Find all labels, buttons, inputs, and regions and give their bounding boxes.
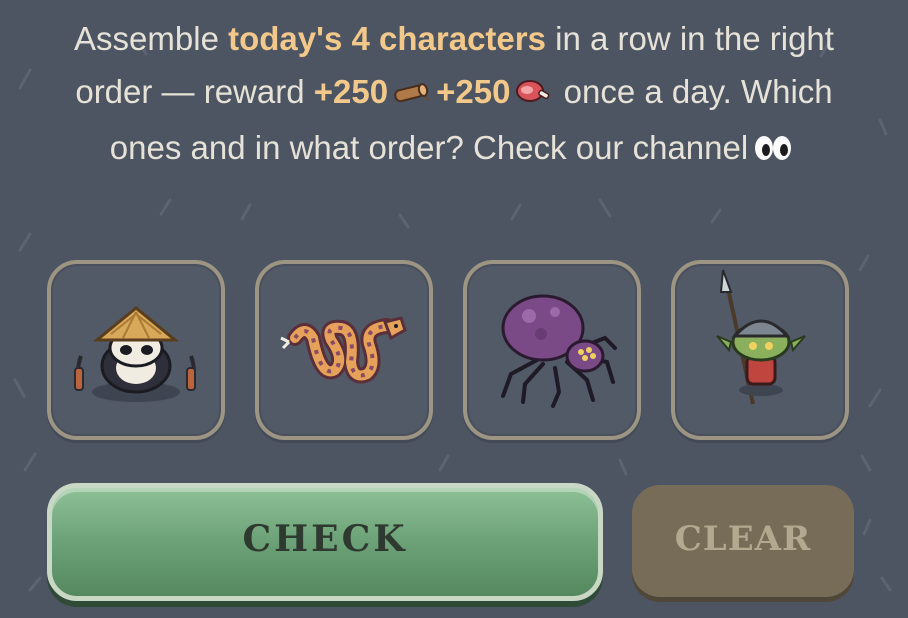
clear-button-label: CLEAR — [674, 519, 812, 559]
clear-button[interactable]: CLEAR — [632, 485, 854, 597]
panda-ninja-icon — [74, 306, 196, 402]
reward-meat-amount: +250 — [436, 73, 511, 110]
spider-icon — [501, 294, 617, 408]
goblin-icon — [716, 269, 806, 405]
reward-wood-amount: +250 — [313, 73, 389, 110]
meat-icon — [514, 68, 550, 121]
check-button[interactable]: CHECK — [47, 483, 603, 601]
wood-log-icon — [392, 68, 432, 121]
instruction-part-1: Assemble — [74, 20, 229, 57]
instruction-highlight: today's 4 characters — [228, 20, 546, 57]
character-slots — [47, 260, 855, 446]
slot-snake[interactable] — [255, 260, 433, 440]
slot-spider[interactable] — [463, 260, 641, 440]
check-button-label: CHECK — [242, 518, 408, 560]
slot-goblin-spearman[interactable] — [671, 260, 849, 440]
eyes-icon — [752, 124, 794, 177]
slot-panda-ninja[interactable] — [47, 260, 225, 440]
snake-icon — [280, 316, 407, 384]
instruction-text: Assemble today's 4 characters in a row i… — [40, 12, 868, 177]
